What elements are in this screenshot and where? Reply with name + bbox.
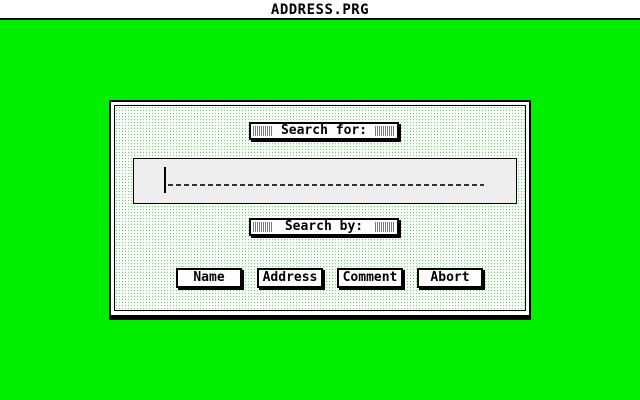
search-by-label-text: Search by: <box>284 219 364 234</box>
name-button[interactable]: Name <box>176 268 242 288</box>
input-placeholder-line <box>168 184 484 186</box>
hatch-pattern-icon <box>253 126 273 136</box>
search-for-label-text: Search for: <box>280 123 368 138</box>
hatch-pattern-icon <box>375 126 395 136</box>
address-button[interactable]: Address <box>257 268 323 288</box>
search-dialog: Search for: Search by: Name Address Comm… <box>109 100 531 320</box>
hatch-pattern-icon <box>253 222 273 232</box>
hatch-pattern-icon <box>375 222 395 232</box>
comment-button[interactable]: Comment <box>337 268 403 288</box>
window-title: ADDRESS.PRG <box>270 2 370 18</box>
search-by-label: Search by: <box>249 218 399 236</box>
abort-button[interactable]: Abort <box>417 268 483 288</box>
title-bar: ADDRESS.PRG <box>0 0 640 20</box>
dialog-bottom-edge <box>111 315 529 318</box>
search-for-label: Search for: <box>249 122 399 140</box>
text-cursor-icon <box>164 167 166 193</box>
dialog-panel: Search for: Search by: Name Address Comm… <box>114 105 526 311</box>
search-input[interactable] <box>133 158 517 204</box>
